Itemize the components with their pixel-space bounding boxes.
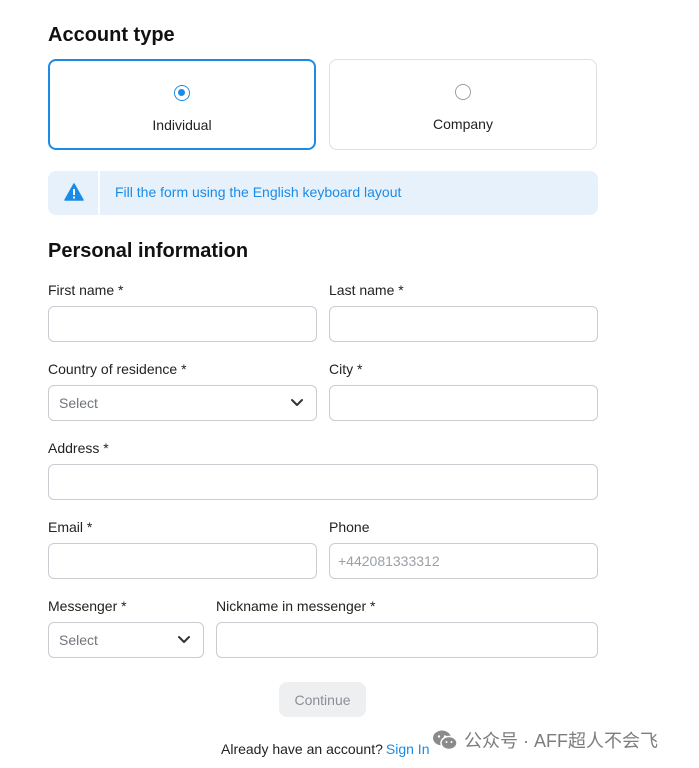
individual-radio[interactable] (174, 85, 190, 101)
account-type-individual-card[interactable]: Individual (48, 59, 316, 150)
nickname-input[interactable] (216, 622, 598, 658)
signin-link[interactable]: Sign In (386, 741, 430, 757)
first-name-label: First name * (48, 282, 124, 298)
country-select-value: Select (59, 395, 98, 411)
individual-label: Individual (152, 117, 212, 133)
account-type-company-card[interactable]: Company (329, 59, 597, 150)
country-select[interactable]: Select (48, 385, 317, 421)
first-name-input[interactable] (48, 306, 317, 342)
chevron-down-icon (178, 636, 190, 643)
keyboard-layout-notice: Fill the form using the English keyboard… (48, 171, 598, 215)
signup-page: Account type Individual Company Fill the… (0, 0, 699, 768)
company-radio[interactable] (455, 84, 471, 100)
last-name-input[interactable] (329, 306, 598, 342)
messenger-select-value: Select (59, 632, 98, 648)
email-label: Email * (48, 519, 93, 535)
phone-input[interactable] (329, 543, 598, 579)
messenger-select[interactable]: Select (48, 622, 204, 658)
signin-prompt: Already have an account? (221, 741, 383, 757)
watermark: 公众号 · AFF超人不会飞 (432, 728, 658, 752)
chevron-down-icon (291, 399, 303, 406)
address-input[interactable] (48, 464, 598, 500)
phone-label: Phone (329, 519, 370, 535)
continue-button[interactable]: Continue (279, 682, 366, 717)
account-type-title: Account type (48, 24, 175, 46)
signin-row: Already have an account? Sign In (221, 741, 429, 757)
personal-info-title: Personal information (48, 240, 249, 262)
notice-icon-box (48, 171, 100, 215)
address-label: Address * (48, 440, 109, 456)
warning-icon (64, 183, 84, 201)
country-label: Country of residence * (48, 361, 187, 377)
company-label: Company (433, 116, 493, 132)
wechat-icon (433, 730, 458, 751)
city-label: City * (329, 361, 363, 377)
messenger-label: Messenger * (48, 598, 127, 614)
email-input[interactable] (48, 543, 317, 579)
city-input[interactable] (329, 385, 598, 421)
notice-text: Fill the form using the English keyboard… (115, 184, 402, 200)
nickname-label: Nickname in messenger * (216, 598, 376, 614)
watermark-text: 公众号 · AFF超人不会飞 (464, 731, 658, 751)
last-name-label: Last name * (329, 282, 404, 298)
